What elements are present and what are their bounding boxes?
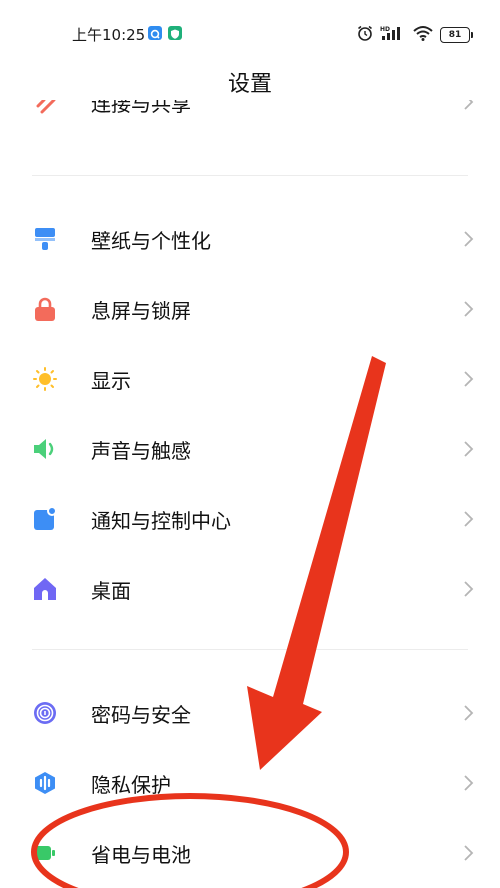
settings-item-connection-sharing[interactable]: 连接与共享 [0, 100, 500, 128]
chevron-right-icon [462, 509, 476, 529]
alarm-icon [356, 24, 374, 46]
settings-item-battery[interactable]: 省电与电池 [0, 817, 500, 887]
sun-icon [33, 367, 57, 391]
speaker-icon [33, 437, 57, 461]
settings-item-label: 隐私保护 [91, 773, 171, 797]
battery-icon: 81 [440, 27, 473, 43]
settings-item-home-screen[interactable]: 桌面 [0, 553, 500, 623]
lock-icon [33, 297, 57, 321]
settings-item-label: 通知与控制中心 [91, 509, 231, 533]
settings-item-password-security[interactable]: 密码与安全 [0, 677, 500, 747]
settings-item-label: 息屏与锁屏 [91, 299, 191, 323]
svg-text:HD: HD [380, 26, 390, 33]
settings-item-label: 连接与共享 [91, 100, 191, 116]
chevron-right-icon [462, 843, 476, 863]
settings-item-privacy[interactable]: 隐私保护 [0, 747, 500, 817]
group-divider [32, 649, 468, 650]
chevron-right-icon [462, 100, 476, 116]
chevron-right-icon [462, 703, 476, 723]
home-icon [33, 577, 57, 601]
chevron-right-icon [462, 773, 476, 793]
chevron-right-icon [462, 229, 476, 249]
status-bar: 上午10:25 HD 81 [0, 0, 500, 64]
page-title: 设置 [227, 72, 272, 97]
settings-item-label: 省电与电池 [91, 843, 191, 867]
chevron-right-icon [462, 369, 476, 389]
notification-icon [33, 506, 57, 531]
settings-item-wallpaper[interactable]: 壁纸与个性化 [0, 203, 500, 273]
hd-signal-icon: HD [380, 24, 406, 46]
battery-saver-icon [33, 841, 57, 865]
battery-level: 81 [448, 30, 462, 40]
chevron-right-icon [462, 579, 476, 599]
settings-item-display[interactable]: 显示 [0, 343, 500, 413]
group-divider [32, 175, 468, 176]
settings-item-sound[interactable]: 声音与触感 [0, 413, 500, 483]
status-icons: HD 81 [356, 24, 473, 46]
settings-item-label: 声音与触感 [91, 439, 191, 463]
share-icon [34, 100, 58, 120]
settings-item-label: 壁纸与个性化 [91, 229, 211, 253]
settings-item-notifications[interactable]: 通知与控制中心 [0, 483, 500, 553]
brush-icon [33, 227, 57, 251]
settings-item-label: 桌面 [91, 579, 131, 603]
settings-item-label: 显示 [91, 369, 131, 393]
wifi-icon [412, 24, 434, 46]
settings-item-lock-screen[interactable]: 息屏与锁屏 [0, 273, 500, 343]
chevron-right-icon [462, 439, 476, 459]
settings-item-label: 密码与安全 [91, 703, 191, 727]
privacy-shield-icon [33, 771, 57, 795]
shield-notification-icon [168, 26, 182, 40]
fingerprint-icon [33, 701, 57, 725]
chevron-right-icon [462, 299, 476, 319]
status-time: 上午10:25 [72, 26, 146, 44]
app-notification-icon [148, 26, 162, 40]
